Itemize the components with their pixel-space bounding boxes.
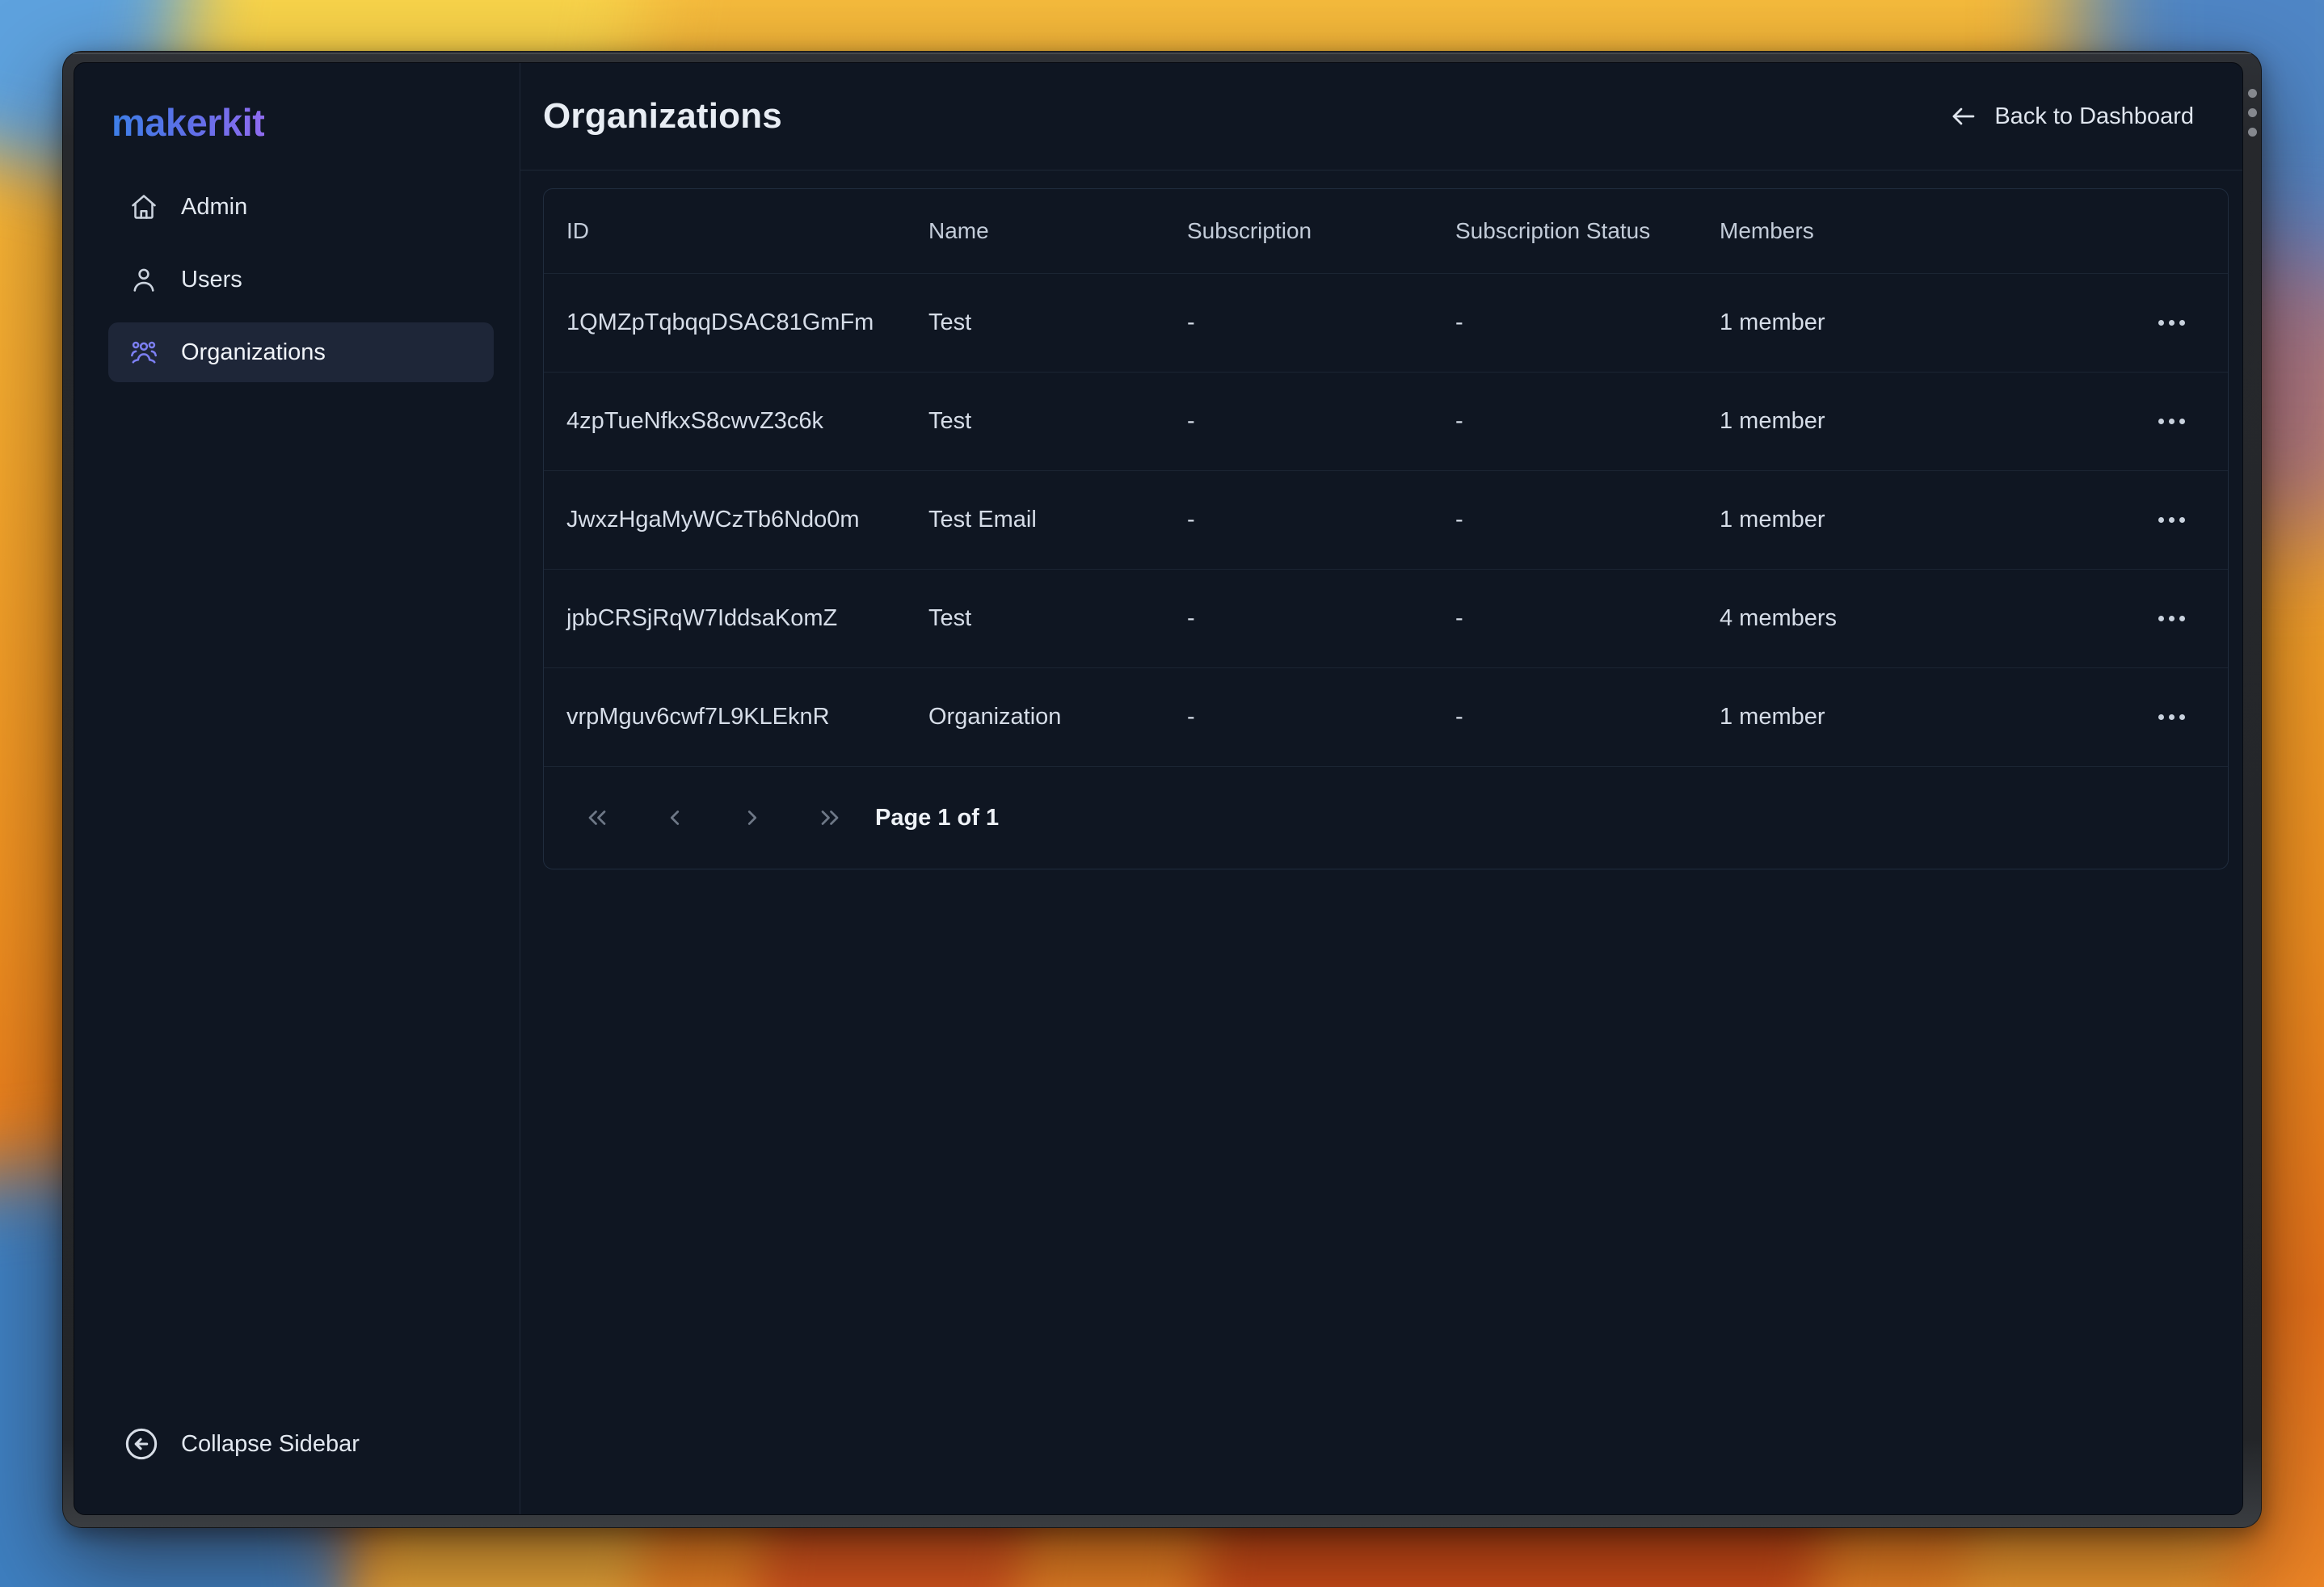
org-name: Test bbox=[906, 408, 1164, 435]
table-row: 4zpTueNfkxS8cwvZ3c6k Test - - 1 member bbox=[544, 372, 2228, 470]
organizations-table-card: ID Name Subscription Subscription Status… bbox=[543, 188, 2229, 869]
org-id: JwxzHgaMyWCzTb6Ndo0m bbox=[544, 507, 906, 533]
org-subscription-status: - bbox=[1433, 309, 1697, 336]
org-subscription: - bbox=[1164, 507, 1433, 533]
org-members: 1 member bbox=[1697, 408, 2115, 435]
table-row: JwxzHgaMyWCzTb6Ndo0m Test Email - - 1 me… bbox=[544, 470, 2228, 569]
main-area: Organizations Back to Dashboard ID Name bbox=[520, 63, 2242, 1514]
user-icon bbox=[129, 265, 158, 294]
org-name: Organization bbox=[906, 704, 1164, 730]
chevron-left-icon bbox=[660, 803, 689, 832]
table-pagination: Page 1 of 1 bbox=[544, 766, 2228, 869]
table-row: vrpMguv6cwf7L9KLEknR Organization - - 1 … bbox=[544, 667, 2228, 766]
org-subscription-status: - bbox=[1433, 605, 1697, 632]
column-header-members: Members bbox=[1697, 218, 2115, 244]
next-page-button[interactable] bbox=[735, 800, 770, 836]
page-title: Organizations bbox=[543, 96, 782, 137]
row-actions-button[interactable] bbox=[2147, 703, 2196, 731]
org-name: Test bbox=[906, 605, 1164, 632]
last-page-button[interactable] bbox=[812, 800, 848, 836]
column-header-subscription: Subscription bbox=[1164, 218, 1433, 244]
table-row: jpbCRSjRqW7IddsaKomZ Test - - 4 members bbox=[544, 569, 2228, 667]
table-header-row: ID Name Subscription Subscription Status… bbox=[544, 189, 2228, 273]
scrollbar-grip[interactable] bbox=[2247, 89, 2257, 137]
sidebar-item-label: Users bbox=[181, 267, 242, 293]
chevrons-right-icon bbox=[815, 803, 844, 832]
circle-arrow-left-icon bbox=[123, 1425, 160, 1463]
column-header-id: ID bbox=[544, 218, 906, 244]
org-members: 1 member bbox=[1697, 704, 2115, 730]
column-header-subscription-status: Subscription Status bbox=[1433, 218, 1697, 244]
column-header-name: Name bbox=[906, 218, 1164, 244]
org-subscription: - bbox=[1164, 704, 1433, 730]
app-logo: makerkit bbox=[112, 100, 264, 145]
row-actions-button[interactable] bbox=[2147, 604, 2196, 633]
chevron-right-icon bbox=[738, 803, 767, 832]
org-name: Test Email bbox=[906, 507, 1164, 533]
sidebar-item-label: Admin bbox=[181, 194, 247, 221]
home-icon bbox=[129, 192, 158, 221]
org-id: vrpMguv6cwf7L9KLEknR bbox=[544, 704, 906, 730]
sidebar: makerkit Admin Use bbox=[74, 63, 520, 1514]
table-row: 1QMZpTqbqqDSAC81GmFm Test - - 1 member bbox=[544, 273, 2228, 372]
sidebar-item-users[interactable]: Users bbox=[108, 250, 494, 309]
org-id: jpbCRSjRqW7IddsaKomZ bbox=[544, 605, 906, 632]
previous-page-button[interactable] bbox=[657, 800, 693, 836]
row-actions-button[interactable] bbox=[2147, 309, 2196, 337]
arrow-left-icon bbox=[1949, 102, 1978, 131]
org-members: 1 member bbox=[1697, 309, 2115, 336]
org-subscription-status: - bbox=[1433, 408, 1697, 435]
org-id: 1QMZpTqbqqDSAC81GmFm bbox=[544, 309, 906, 336]
row-actions-button[interactable] bbox=[2147, 407, 2196, 436]
first-page-button[interactable] bbox=[579, 800, 615, 836]
sidebar-nav: Admin Users bbox=[74, 177, 520, 382]
page-indicator: Page 1 of 1 bbox=[875, 805, 999, 831]
org-subscription: - bbox=[1164, 408, 1433, 435]
org-subscription-status: - bbox=[1433, 704, 1697, 730]
org-members: 4 members bbox=[1697, 605, 2115, 632]
page-header: Organizations Back to Dashboard bbox=[520, 63, 2242, 170]
collapse-sidebar-label: Collapse Sidebar bbox=[181, 1431, 360, 1458]
back-to-dashboard-link[interactable]: Back to Dashboard bbox=[1949, 102, 2194, 131]
users-group-icon bbox=[129, 338, 158, 367]
org-id: 4zpTueNfkxS8cwvZ3c6k bbox=[544, 408, 906, 435]
sidebar-spacer bbox=[74, 382, 520, 1425]
app-window: makerkit Admin Use bbox=[62, 51, 2262, 1528]
sidebar-item-label: Organizations bbox=[181, 339, 326, 366]
collapse-sidebar-button[interactable]: Collapse Sidebar bbox=[123, 1425, 520, 1463]
main-body: ID Name Subscription Subscription Status… bbox=[520, 170, 2242, 1514]
org-name: Test bbox=[906, 309, 1164, 336]
sidebar-item-admin[interactable]: Admin bbox=[108, 177, 494, 237]
org-subscription: - bbox=[1164, 309, 1433, 336]
sidebar-item-organizations[interactable]: Organizations bbox=[108, 322, 494, 382]
org-subscription-status: - bbox=[1433, 507, 1697, 533]
chevrons-left-icon bbox=[583, 803, 612, 832]
org-members: 1 member bbox=[1697, 507, 2115, 533]
back-to-dashboard-label: Back to Dashboard bbox=[1994, 103, 2194, 130]
row-actions-button[interactable] bbox=[2147, 506, 2196, 534]
app-content: makerkit Admin Use bbox=[74, 62, 2243, 1515]
org-subscription: - bbox=[1164, 605, 1433, 632]
